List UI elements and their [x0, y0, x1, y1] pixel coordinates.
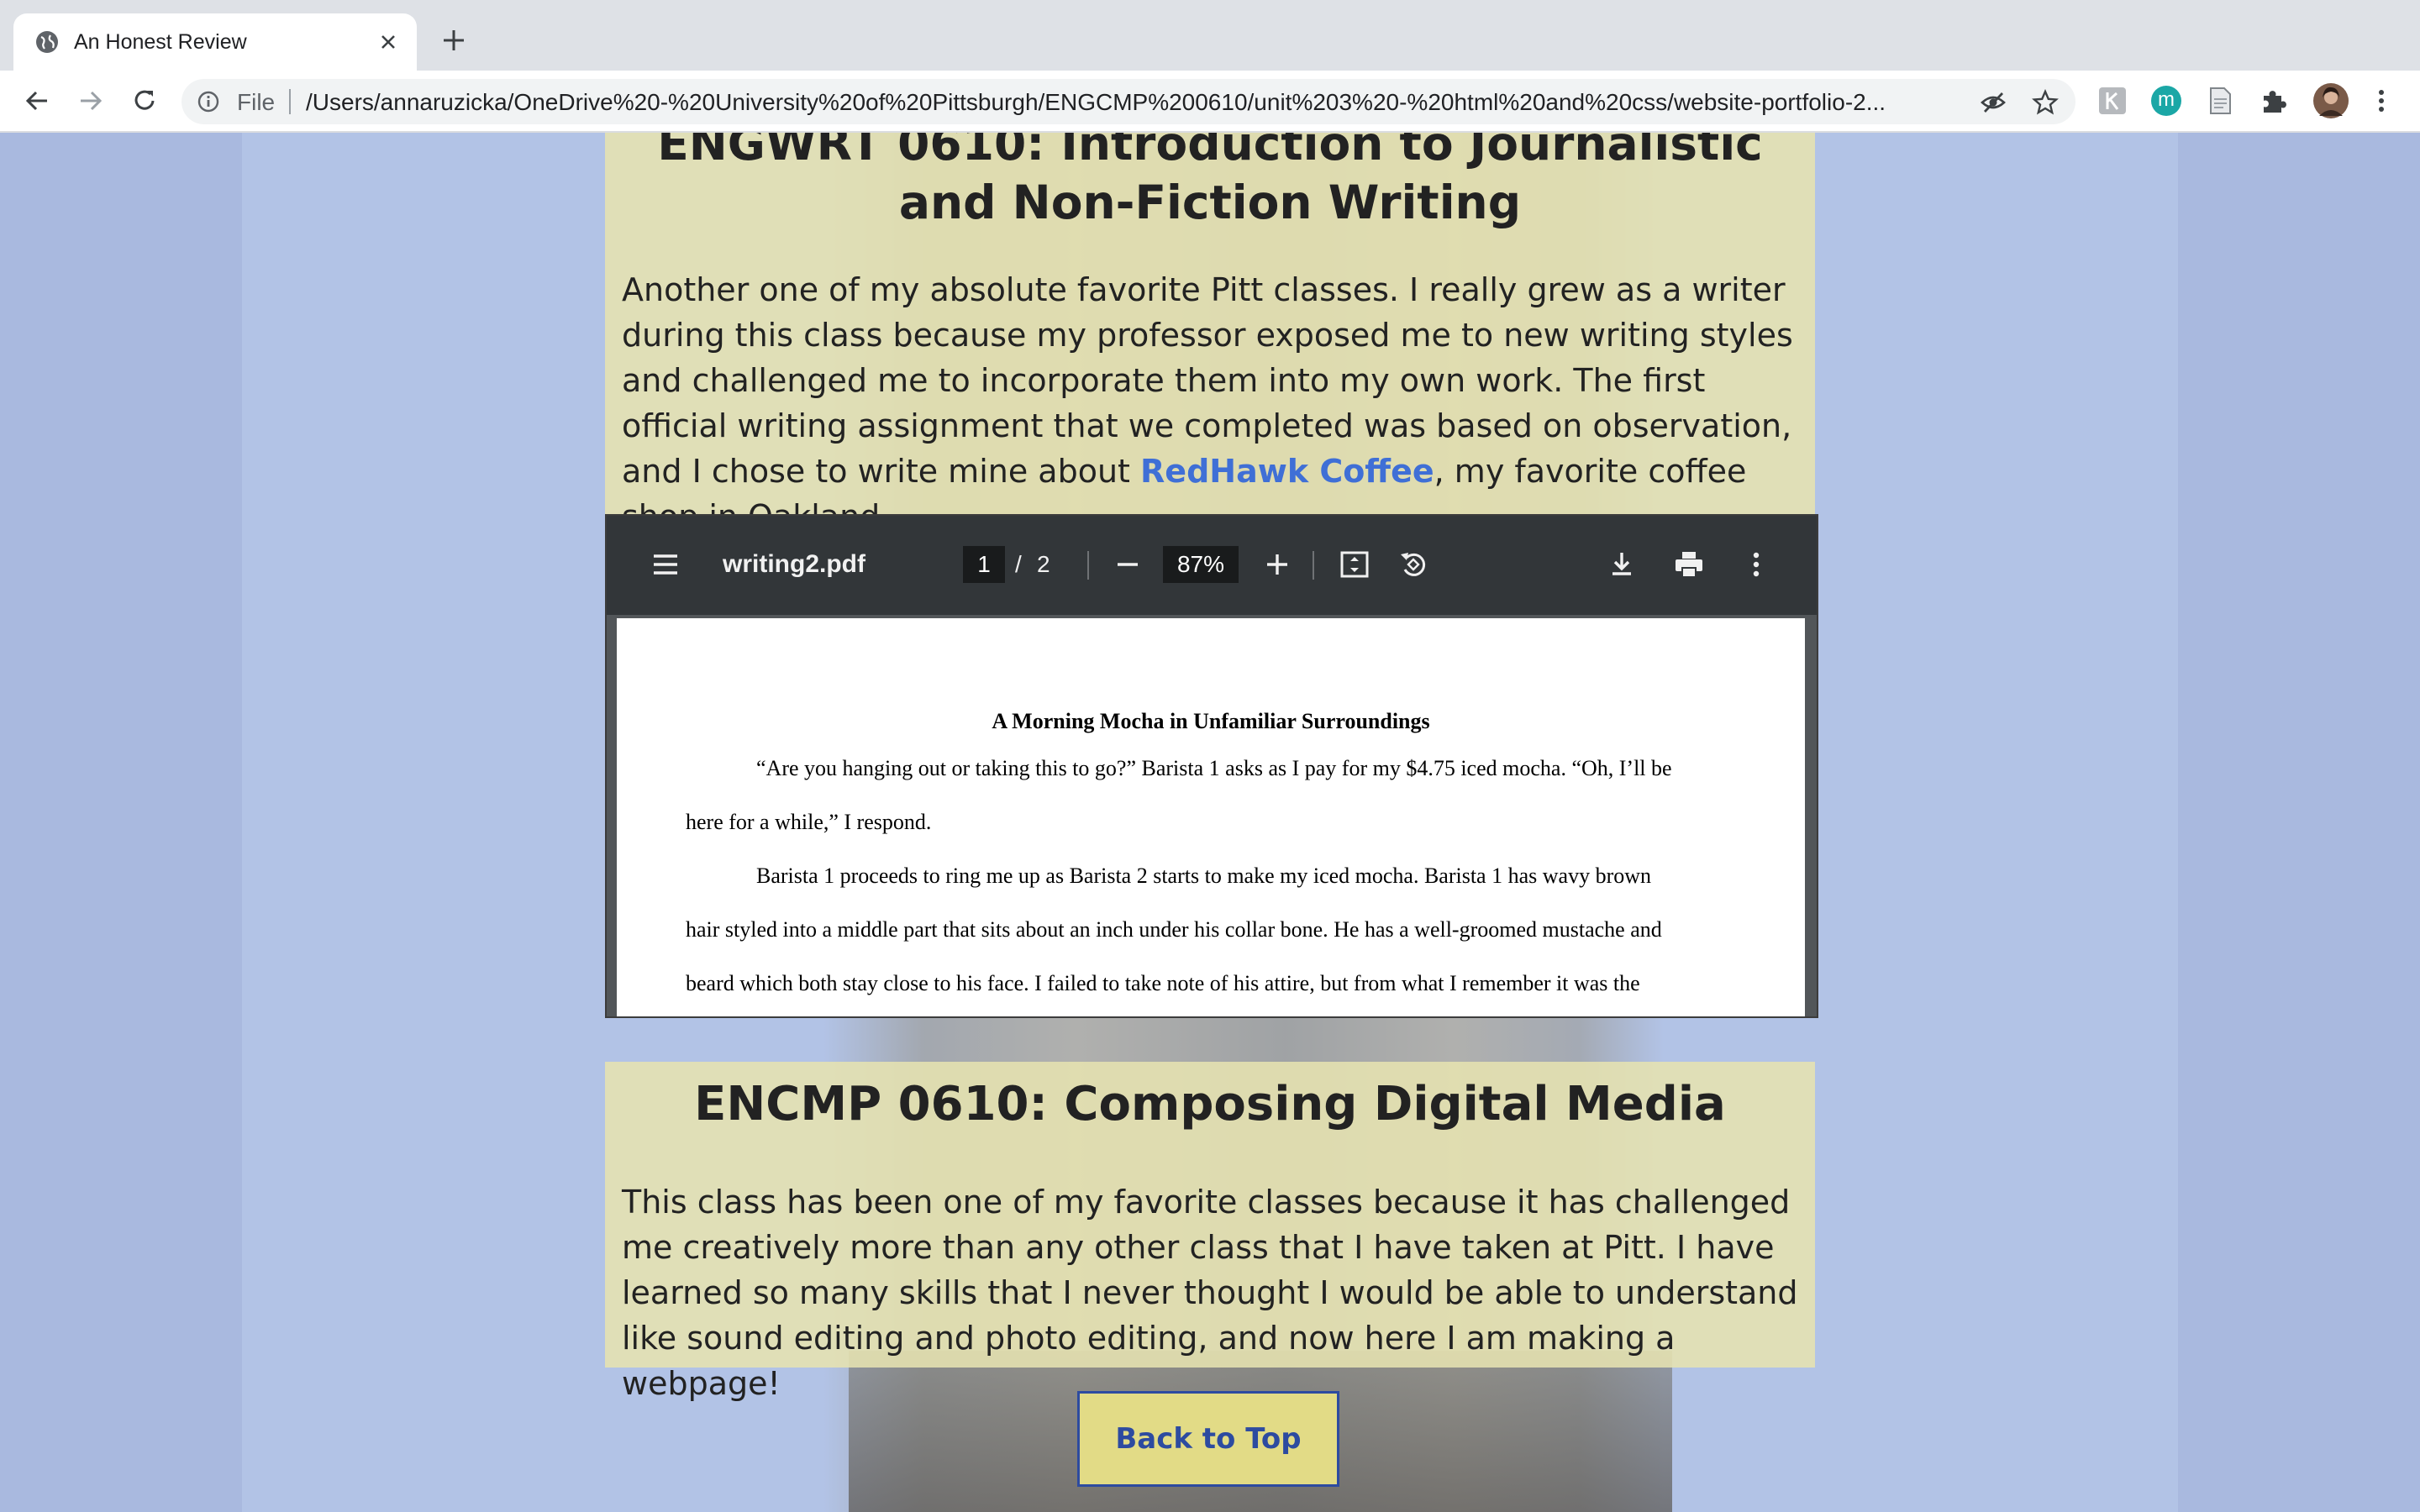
pdf-menu-icon[interactable]	[649, 548, 682, 581]
section-paragraph: Another one of my absolute favorite Pitt…	[622, 267, 1807, 539]
reload-icon[interactable]	[129, 86, 160, 116]
pdf-more-options-icon[interactable]	[1739, 548, 1773, 581]
engwrt-section: ENGWRT 0610: Introduction to Journalisti…	[605, 133, 1815, 535]
document-line: Barista 1 proceeds to ring me up as Bari…	[756, 864, 1652, 888]
page-separator: /	[1015, 551, 1022, 577]
back-to-top-button[interactable]: Back to Top	[1077, 1391, 1339, 1487]
pdf-toolbar: writing2.pdf 1 / 2 87%	[607, 516, 1817, 615]
tab-title: An Honest Review	[74, 30, 247, 54]
forward-arrow-icon[interactable]	[76, 86, 106, 116]
browser-toolbar: File /Users/annaruzicka/OneDrive%20-%20U…	[0, 71, 2420, 133]
download-icon[interactable]	[1605, 548, 1639, 581]
zoom-in-icon[interactable]	[1260, 548, 1294, 581]
zoom-level-input[interactable]: 87%	[1163, 546, 1239, 583]
document-line: beard which both stay close to his face.…	[686, 971, 1640, 995]
new-tab-icon[interactable]	[439, 25, 469, 55]
url-text[interactable]: /Users/annaruzicka/OneDrive%20-%20Univer…	[306, 89, 1911, 116]
extension-m-icon[interactable]: m	[2151, 86, 2181, 116]
address-bar[interactable]: File /Users/annaruzicka/OneDrive%20-%20U…	[182, 79, 2075, 124]
pdf-viewer[interactable]: writing2.pdf 1 / 2 87% A Morning Mocha i…	[605, 514, 1818, 1018]
rotate-icon[interactable]	[1397, 548, 1430, 581]
redhawk-coffee-link[interactable]: RedHawk Coffee	[1140, 453, 1434, 490]
document-extension-icon[interactable]	[2205, 86, 2235, 116]
section-heading: ENCMP 0610: Composing Digital Media	[694, 1077, 1726, 1131]
document-line: hair styled into a middle part that sits…	[686, 917, 1662, 942]
page-total: 2	[1037, 551, 1050, 577]
extension-k-icon[interactable]	[2097, 86, 2128, 116]
profile-avatar-icon[interactable]	[2312, 82, 2349, 119]
zoom-out-icon[interactable]	[1111, 548, 1144, 581]
address-separator	[289, 89, 291, 114]
close-tab-icon[interactable]	[376, 30, 400, 54]
globe-icon	[36, 31, 58, 53]
back-arrow-icon[interactable]	[22, 86, 52, 116]
pdf-page[interactable]: A Morning Mocha in Unfamiliar Surroundin…	[617, 618, 1805, 1016]
toolbar-divider	[1313, 551, 1314, 580]
browser-tab-active[interactable]: An Honest Review	[13, 13, 417, 71]
eye-slash-icon[interactable]	[1980, 89, 2007, 116]
browser-menu-kebab-icon[interactable]	[2370, 86, 2393, 116]
puzzle-extensions-icon[interactable]	[2259, 86, 2289, 116]
pdf-filename: writing2.pdf	[723, 550, 865, 578]
page-viewport: ENGWRT 0610: Introduction to Journalisti…	[0, 133, 2420, 1512]
bookmark-star-icon[interactable]	[2032, 89, 2059, 116]
toolbar-divider	[1087, 551, 1089, 580]
print-icon[interactable]	[1672, 548, 1706, 581]
document-line: here for a while,” I respond.	[686, 810, 932, 834]
info-icon[interactable]	[197, 90, 220, 113]
document-line: “Are you hanging out or taking this to g…	[756, 756, 1672, 780]
page-number-input[interactable]: 1	[963, 546, 1005, 583]
section-heading: ENGWRT 0610: Introduction to Journalisti…	[657, 133, 1763, 229]
encmp-section: ENCMP 0610: Composing Digital Media This…	[605, 1062, 1815, 1402]
fit-to-page-icon[interactable]	[1338, 548, 1371, 581]
scheme-label: File	[237, 89, 276, 115]
section-paragraph: This class has been one of my favorite c…	[622, 1184, 1798, 1402]
document-title: A Morning Mocha in Unfamiliar Surroundin…	[992, 709, 1430, 733]
tab-strip: An Honest Review	[0, 0, 2420, 71]
